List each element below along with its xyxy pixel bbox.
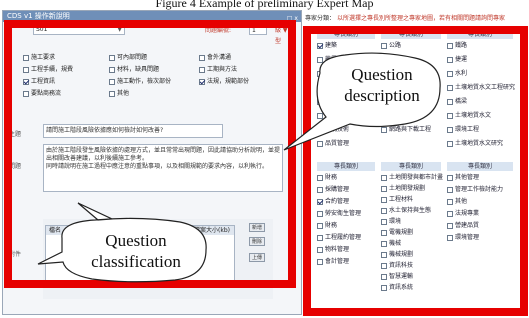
question-classification-callout: Question classification (91, 231, 181, 271)
question-description-callout: Question description (344, 65, 420, 105)
